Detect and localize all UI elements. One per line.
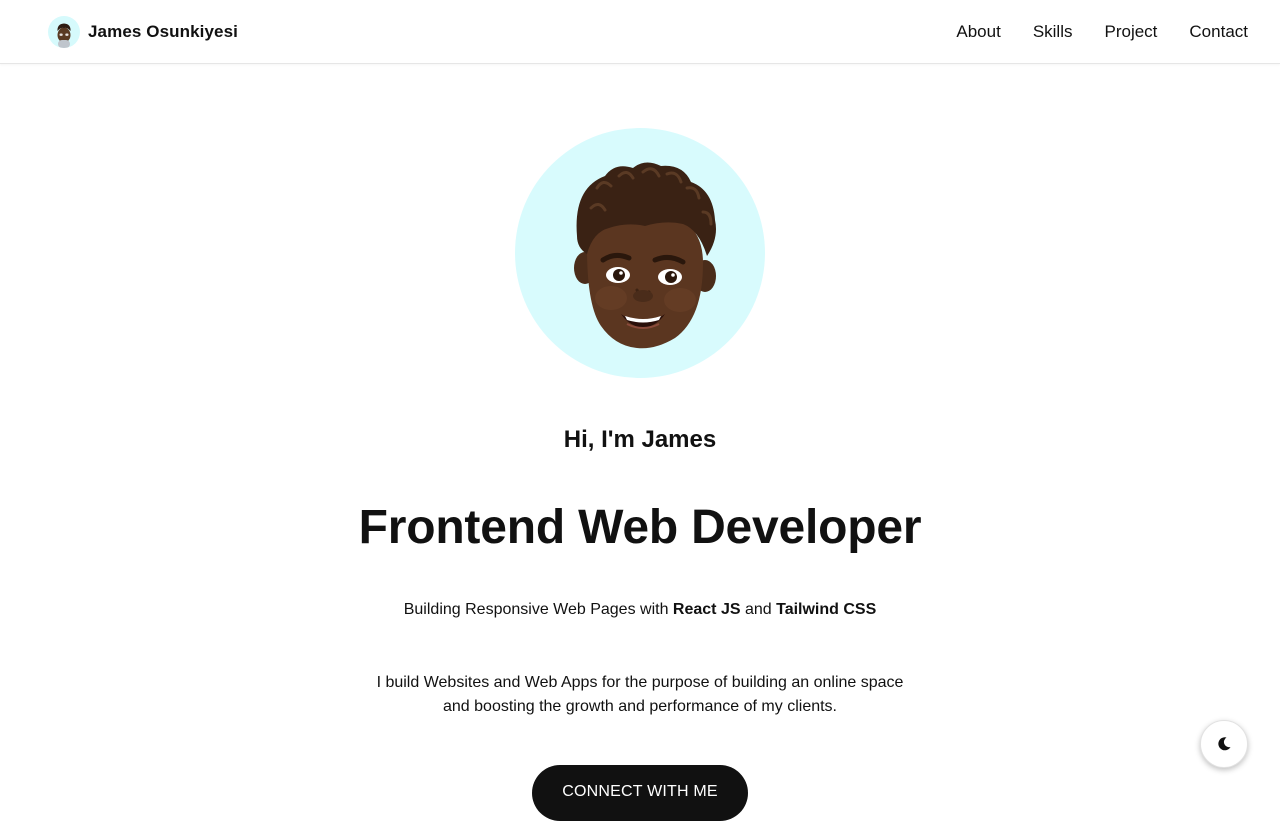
tagline-prefix: Building Responsive Web Pages with <box>403 601 673 618</box>
tagline-tech-react: React JS <box>672 601 741 618</box>
hero-avatar <box>515 128 765 378</box>
brand-link[interactable]: James Osunkiyesi <box>48 16 238 48</box>
brand-avatar-icon <box>48 16 80 48</box>
theme-toggle-button[interactable] <box>1200 720 1248 768</box>
moon-icon <box>1218 737 1231 751</box>
tagline: Building Responsive Web Pages with React… <box>0 601 1280 619</box>
memoji-avatar-icon <box>574 162 716 349</box>
greeting: Hi, I'm James <box>563 426 717 453</box>
brand-name: James Osunkiyesi <box>88 22 238 41</box>
nav-link-contact[interactable]: Contact <box>1189 22 1248 42</box>
nav-link-skills[interactable]: Skills <box>1033 22 1073 42</box>
nav-links: About Skills Project Contact <box>924 0 1248 64</box>
navbar: James Osunkiyesi About Skills Project Co… <box>0 0 1280 64</box>
nav-link-project[interactable]: Project <box>1104 22 1157 42</box>
headline: Frontend Web Developer <box>358 501 922 554</box>
tagline-tech-tailwind: Tailwind CSS <box>776 601 877 618</box>
nav-link-about[interactable]: About <box>956 22 1000 42</box>
description: I build Websites and Web Apps for the pu… <box>376 674 904 715</box>
connect-button[interactable]: CONNECT WITH ME <box>532 765 748 821</box>
tagline-joiner: and <box>740 601 777 618</box>
